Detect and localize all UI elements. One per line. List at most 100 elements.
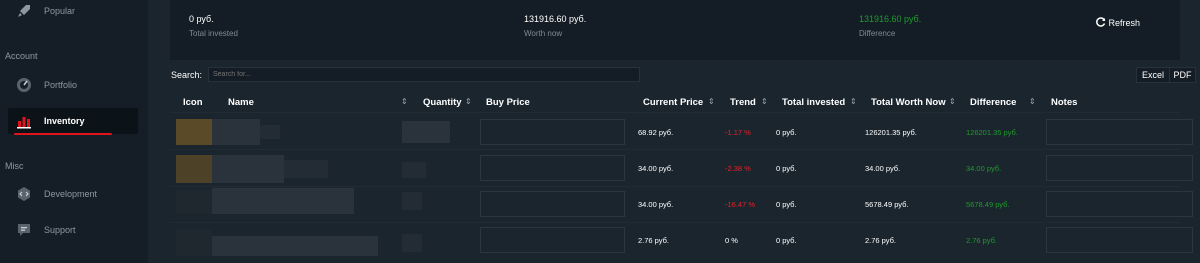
pdf-button[interactable]: PDF <box>1169 67 1196 83</box>
row-divider <box>170 186 1180 187</box>
quantity-redacted <box>402 234 422 252</box>
code-icon <box>14 184 34 204</box>
app: Popular Account Portfolio Inventory Misc… <box>0 0 1200 263</box>
header-icon: Icon <box>183 97 203 108</box>
item-name-redacted <box>284 160 328 178</box>
sidebar-item-development[interactable]: Development <box>8 181 138 207</box>
search-input[interactable] <box>208 67 640 82</box>
dashboard-icon <box>14 75 34 95</box>
sidebar-item-label: Portfolio <box>44 80 78 90</box>
trend-cell: 0 % <box>725 236 738 245</box>
buy-price-input[interactable] <box>480 119 625 145</box>
current-price-cell: 34.00 руб. <box>638 164 674 173</box>
total-invested-cell: 0 руб. <box>776 236 797 245</box>
difference-cell: 5678.49 руб. <box>966 200 1010 209</box>
total-invested-label: Total invested <box>189 29 238 38</box>
total-invested-cell: 0 руб. <box>776 200 797 209</box>
summary-difference: 131916.60 руб. Difference <box>859 14 921 38</box>
difference-cell: 2.76 руб. <box>966 236 997 245</box>
sidebar-item-label: Support <box>44 225 76 235</box>
difference-cell: 34.00 руб. <box>966 164 1002 173</box>
summary-worth-now: 131916.60 руб. Worth now <box>524 14 586 38</box>
section-account: Account <box>5 51 38 61</box>
trend-cell: -16.47 % <box>725 200 756 209</box>
sidebar-item-support[interactable]: Support <box>8 217 138 243</box>
rocket-icon <box>14 1 34 21</box>
header-trend[interactable]: Trend <box>730 97 756 108</box>
sort-icon[interactable]: ⇕ <box>949 97 956 106</box>
sidebar-item-label: Development <box>44 189 98 199</box>
header-current-price[interactable]: Current Price <box>643 97 703 108</box>
total-worth-now-cell: 126201.35 руб. <box>865 128 917 137</box>
buy-price-input[interactable] <box>480 155 625 181</box>
notes-input[interactable] <box>1046 227 1193 253</box>
quantity-redacted <box>402 162 426 178</box>
header-total-invested[interactable]: Total invested <box>782 97 845 108</box>
header-buy-price: Buy Price <box>486 97 530 108</box>
refresh-label: Refresh <box>1108 18 1140 28</box>
item-name-redacted <box>212 119 260 145</box>
total-worth-now-cell: 2.76 руб. <box>865 236 896 245</box>
sort-icon[interactable]: ⇕ <box>1029 97 1036 106</box>
sort-icon[interactable]: ⇕ <box>465 97 472 106</box>
active-indicator <box>14 133 112 135</box>
sort-icon[interactable]: ⇕ <box>401 97 408 106</box>
sort-icon[interactable]: ⇕ <box>850 97 857 106</box>
total-worth-now-cell: 5678.49 руб. <box>865 200 909 209</box>
chart-bar-icon <box>14 111 34 131</box>
item-name-redacted <box>212 236 378 256</box>
sidebar-item-label: Inventory <box>44 116 85 126</box>
notes-input[interactable] <box>1046 155 1193 181</box>
item-icon <box>176 230 212 256</box>
refresh-button[interactable]: Refresh <box>1096 17 1140 29</box>
summary-panel: 0 руб. Total invested 131916.60 руб. Wor… <box>170 0 1180 60</box>
chat-icon <box>14 220 34 240</box>
sort-icon[interactable]: ⇕ <box>708 97 715 106</box>
item-name-redacted <box>260 125 280 139</box>
worth-now-label: Worth now <box>524 29 563 38</box>
trend-cell: -1.17 % <box>725 128 751 137</box>
buy-price-input[interactable] <box>480 227 625 253</box>
item-name-redacted <box>212 188 354 214</box>
sort-icon[interactable]: ⇕ <box>761 97 768 106</box>
total-invested-cell: 0 руб. <box>776 128 797 137</box>
buy-price-input[interactable] <box>480 191 625 217</box>
excel-button[interactable]: Excel <box>1136 67 1170 83</box>
sidebar-item-label: Popular <box>44 6 76 16</box>
search-label: Search: <box>171 70 203 80</box>
item-name-redacted <box>212 155 284 183</box>
total-worth-now-cell: 34.00 руб. <box>865 164 901 173</box>
item-icon <box>176 119 212 145</box>
header-name[interactable]: Name <box>228 97 254 108</box>
header-quantity[interactable]: Quantity <box>423 97 462 108</box>
row-divider <box>170 149 1180 150</box>
notes-input[interactable] <box>1046 191 1193 217</box>
notes-input[interactable] <box>1046 119 1193 145</box>
header-difference[interactable]: Difference <box>970 97 1016 108</box>
header-total-worth-now[interactable]: Total Worth Now <box>871 97 946 108</box>
sidebar-item-popular[interactable]: Popular <box>8 0 138 24</box>
worth-now-value: 131916.60 руб. <box>524 14 587 24</box>
header-divider <box>170 112 1180 113</box>
section-misc: Misc <box>5 161 24 171</box>
trend-cell: -2.38 % <box>725 164 751 173</box>
item-icon <box>176 190 212 214</box>
quantity-redacted <box>402 192 422 210</box>
difference-label: Difference <box>859 29 896 38</box>
sidebar-item-portfolio[interactable]: Portfolio <box>8 72 138 98</box>
quantity-redacted <box>402 121 450 143</box>
header-notes: Notes <box>1051 97 1078 108</box>
main-content: 0 руб. Total invested 131916.60 руб. Wor… <box>148 0 1200 263</box>
total-invested-cell: 0 руб. <box>776 164 797 173</box>
total-invested-value: 0 руб. <box>189 14 214 24</box>
sidebar-item-inventory[interactable]: Inventory <box>8 108 138 134</box>
difference-value: 131916.60 руб. <box>859 14 922 24</box>
refresh-icon <box>1096 17 1106 29</box>
current-price-cell: 68.92 руб. <box>638 128 674 137</box>
difference-cell: 126201.35 руб. <box>966 128 1018 137</box>
current-price-cell: 34.00 руб. <box>638 200 674 209</box>
row-divider <box>170 222 1180 223</box>
summary-total-invested: 0 руб. Total invested <box>189 14 238 38</box>
current-price-cell: 2.76 руб. <box>638 236 669 245</box>
item-icon <box>176 155 212 183</box>
